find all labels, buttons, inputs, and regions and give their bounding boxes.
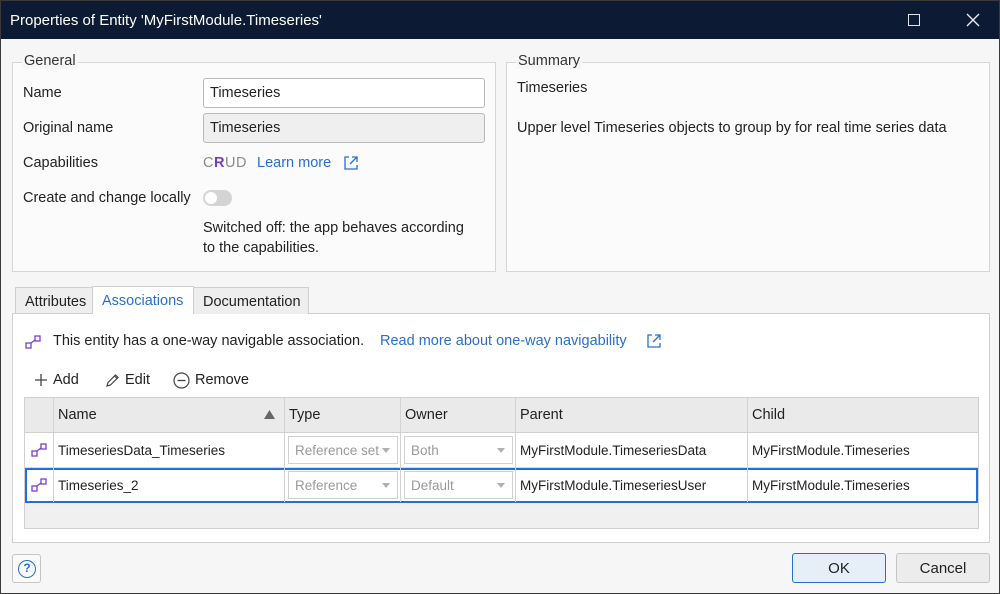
add-button[interactable]: Add — [34, 369, 79, 391]
row-owner-cell: Default — [401, 468, 516, 502]
grid-header: Name Type Owner Parent Child — [25, 398, 978, 433]
original-name-label: Original name — [23, 120, 114, 136]
crud-create: C — [203, 155, 214, 171]
table-row-selected[interactable]: Timeseries_2 Reference Default MyFirstMo… — [25, 468, 978, 503]
one-way-info-text: This entity has a one-way navigable asso… — [53, 333, 365, 349]
add-label: Add — [53, 372, 79, 388]
crud-update: U — [224, 155, 236, 171]
close-button[interactable] — [956, 1, 990, 39]
association-icon — [25, 335, 41, 349]
owner-dropdown[interactable]: Default — [404, 471, 513, 499]
pencil-icon — [106, 373, 119, 387]
general-legend: General — [22, 53, 78, 69]
row-name: TimeseriesData_Timeseries — [58, 443, 226, 458]
window-title: Properties of Entity 'MyFirstModule.Time… — [10, 12, 322, 29]
header-child-label: Child — [752, 407, 786, 423]
header-parent[interactable]: Parent — [516, 398, 748, 432]
maximize-icon — [908, 14, 920, 26]
type-value: Reference set — [295, 443, 380, 458]
help-button[interactable]: ? — [12, 554, 41, 583]
type-value: Reference — [295, 478, 358, 493]
table-row[interactable]: TimeseriesData_Timeseries Reference set … — [25, 433, 978, 468]
close-icon — [966, 13, 980, 27]
tab-attributes[interactable]: Attributes — [15, 287, 93, 314]
edit-button[interactable]: Edit — [105, 369, 150, 391]
header-type[interactable]: Type — [285, 398, 401, 432]
help-icon: ? — [18, 560, 36, 578]
switched-off-text-2: to the capabilities. — [203, 240, 320, 256]
row-child-cell: MyFirstModule.Timeseries — [748, 433, 978, 467]
row-name: Timeseries_2 — [58, 478, 139, 493]
plus-icon — [35, 374, 47, 386]
row-type-cell: Reference — [285, 468, 401, 502]
chevron-down-icon — [382, 448, 390, 453]
tab-associations[interactable]: Associations — [92, 286, 194, 314]
row-child: MyFirstModule.Timeseries — [752, 478, 910, 493]
sort-asc-icon — [264, 410, 275, 419]
one-way-info-link[interactable]: Read more about one-way navigability — [380, 333, 627, 349]
switched-off-text-1: Switched off: the app behaves according — [203, 220, 464, 236]
row-icon-cell — [25, 468, 54, 502]
row-owner-cell: Both — [401, 433, 516, 467]
header-name[interactable]: Name — [54, 398, 285, 432]
learn-more-link[interactable]: Learn more — [257, 155, 331, 171]
type-dropdown[interactable]: Reference set — [288, 436, 398, 464]
summary-description: Upper level Timeseries objects to group … — [517, 120, 947, 136]
remove-button[interactable]: Remove — [173, 369, 249, 391]
title-bar: Properties of Entity 'MyFirstModule.Time… — [1, 1, 999, 39]
associations-grid: Name Type Owner Parent Child TimeseriesD… — [24, 397, 979, 529]
header-child[interactable]: Child — [748, 398, 978, 432]
name-label: Name — [23, 85, 62, 101]
owner-value: Both — [411, 443, 439, 458]
capabilities-label: Capabilities — [23, 155, 98, 171]
header-owner-label: Owner — [405, 407, 448, 423]
tab-documentation[interactable]: Documentation — [193, 287, 309, 314]
header-type-label: Type — [289, 407, 321, 423]
create-locally-toggle[interactable] — [203, 190, 232, 206]
row-child: MyFirstModule.Timeseries — [752, 443, 910, 458]
maximize-button[interactable] — [897, 1, 931, 39]
row-child-cell: MyFirstModule.Timeseries — [748, 468, 978, 502]
external-link-icon[interactable] — [343, 155, 359, 171]
owner-value: Default — [411, 478, 454, 493]
edit-label: Edit — [125, 372, 150, 388]
ok-button[interactable]: OK — [792, 553, 886, 583]
original-name-input — [203, 113, 485, 143]
properties-dialog: Properties of Entity 'MyFirstModule.Time… — [0, 0, 1000, 594]
cancel-button[interactable]: Cancel — [896, 553, 990, 583]
association-icon — [31, 443, 47, 457]
type-dropdown[interactable]: Reference — [288, 471, 398, 499]
summary-legend: Summary — [516, 53, 583, 69]
row-parent: MyFirstModule.TimeseriesData — [520, 443, 707, 458]
row-parent-cell: MyFirstModule.TimeseriesData — [516, 433, 748, 467]
row-icon-cell — [25, 433, 54, 467]
chevron-down-icon — [382, 483, 390, 488]
crud-read: R — [213, 155, 225, 171]
row-name-cell: Timeseries_2 — [54, 468, 285, 502]
toggle-knob — [205, 192, 217, 204]
name-input[interactable] — [203, 78, 485, 108]
header-icon-cell — [25, 398, 54, 432]
chevron-down-icon — [497, 483, 505, 488]
create-locally-label: Create and change locally — [23, 190, 191, 206]
minus-circle-icon — [173, 371, 190, 389]
row-type-cell: Reference set — [285, 433, 401, 467]
external-link-icon[interactable] — [646, 333, 662, 349]
header-name-label: Name — [58, 407, 97, 423]
crud-indicator: CRUD — [203, 155, 247, 171]
summary-title: Timeseries — [517, 80, 588, 96]
row-name-cell: TimeseriesData_Timeseries — [54, 433, 285, 467]
row-parent-cell: MyFirstModule.TimeseriesUser — [516, 468, 748, 502]
row-parent: MyFirstModule.TimeseriesUser — [520, 478, 707, 493]
crud-delete: D — [235, 155, 247, 171]
association-icon — [31, 478, 47, 492]
chevron-down-icon — [497, 448, 505, 453]
remove-label: Remove — [195, 372, 249, 388]
header-parent-label: Parent — [520, 407, 563, 423]
header-owner[interactable]: Owner — [401, 398, 516, 432]
owner-dropdown[interactable]: Both — [404, 436, 513, 464]
